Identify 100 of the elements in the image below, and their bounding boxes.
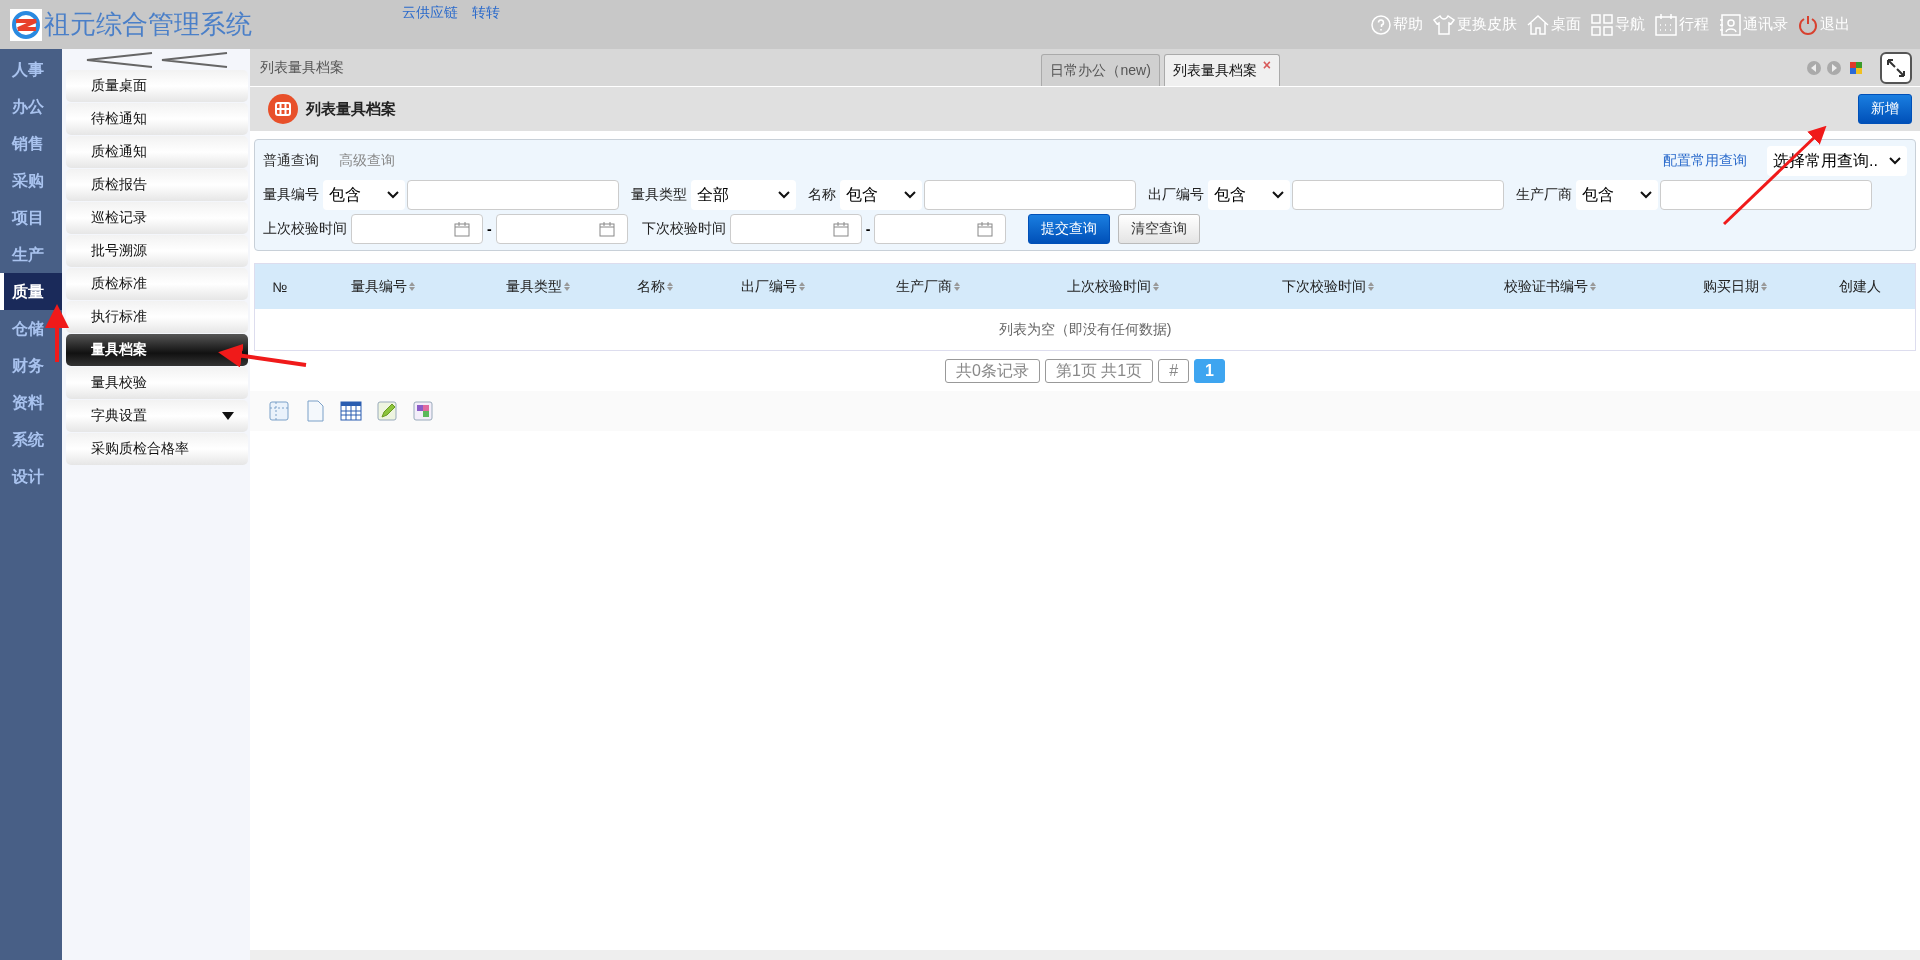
submit-button[interactable]: 提交查询 xyxy=(1028,214,1111,244)
sort-icon xyxy=(1590,282,1596,291)
submenu-item[interactable]: 质量桌面 xyxy=(66,70,248,102)
column-header[interactable]: 创建人 xyxy=(1839,277,1881,296)
chevron-icon xyxy=(1272,191,1284,199)
sort-icon xyxy=(1761,282,1767,291)
field-label: 下次校验时间 xyxy=(641,220,726,238)
annotation-arrow xyxy=(45,304,69,362)
date-field[interactable] xyxy=(729,214,862,244)
calendar-icon xyxy=(454,221,470,237)
date-field[interactable] xyxy=(351,214,483,244)
submenu-item[interactable]: 批号溯源 xyxy=(66,235,248,267)
pager-item[interactable]: # xyxy=(1158,359,1190,383)
query-mode-tab[interactable]: 普通查询 xyxy=(263,152,319,170)
app-title: 祖元综合管理系统 xyxy=(44,8,252,41)
page-tab[interactable]: 日常办公（new) xyxy=(1041,54,1160,86)
column-header[interactable]: № xyxy=(272,278,288,295)
module-tab[interactable]: 人事 xyxy=(0,51,62,88)
logo-icon xyxy=(10,8,42,41)
input-field[interactable] xyxy=(1660,180,1872,210)
calendar-icon xyxy=(977,221,994,237)
config-link[interactable]: 配置常用查询 xyxy=(1663,152,1747,170)
pager-item[interactable]: 第1页 共1页 xyxy=(1044,359,1154,383)
sort-icon xyxy=(563,282,570,291)
clear-button[interactable]: 清空查询 xyxy=(1118,214,1201,244)
module-tab[interactable]: 生产 xyxy=(0,236,62,273)
column-header[interactable]: 名称 xyxy=(637,277,673,296)
operator-select[interactable]: 包含 xyxy=(323,180,405,210)
input-field[interactable] xyxy=(924,180,1136,210)
column-header[interactable]: 生产厂商 xyxy=(895,277,960,296)
operator-select[interactable]: 包含 xyxy=(840,180,922,210)
submenu-item[interactable]: 质检报告 xyxy=(66,169,248,201)
breadcrumb: 列表量具档案 xyxy=(260,58,344,77)
fullscreen-icon[interactable] xyxy=(1880,51,1912,84)
operator-select[interactable]: 包含 xyxy=(1208,180,1290,210)
type-select[interactable]: 全部 xyxy=(691,180,796,210)
operator-select[interactable]: 包含 xyxy=(1576,180,1658,210)
field-label: 生产厂商 xyxy=(1516,186,1572,204)
puzzle-icon[interactable] xyxy=(412,400,434,422)
help-icon xyxy=(1371,14,1391,35)
module-tab[interactable]: 资料 xyxy=(0,384,62,421)
submenu-item[interactable]: 字典设置 xyxy=(66,400,248,432)
edit-icon[interactable] xyxy=(376,400,398,422)
module-tab[interactable]: 质量 xyxy=(0,273,62,310)
calendar-icon xyxy=(598,221,615,237)
column-header[interactable]: 购买日期 xyxy=(1703,277,1767,296)
range-dash: - xyxy=(865,221,871,237)
power-icon xyxy=(1798,14,1818,35)
sort-icon xyxy=(1367,282,1374,291)
calendar-icon xyxy=(1655,13,1677,36)
column-header[interactable]: 下次校验时间 xyxy=(1281,277,1374,296)
pager-item[interactable]: 共0条记录 xyxy=(945,359,1040,383)
submenu-item[interactable]: 量具档案 xyxy=(66,334,248,366)
module-tab[interactable]: 销售 xyxy=(0,125,62,162)
field-label: 上次校验时间 xyxy=(263,220,347,238)
submenu-item[interactable]: 质检通知 xyxy=(66,136,248,168)
input-field[interactable] xyxy=(1292,180,1504,210)
page-tab[interactable]: 列表量具档案 × xyxy=(1163,54,1280,86)
module-tab[interactable]: 财务 xyxy=(0,347,62,384)
module-tab[interactable]: 项目 xyxy=(0,199,62,236)
add-button[interactable]: 新增 xyxy=(1858,94,1912,124)
sort-icon xyxy=(798,282,805,291)
column-header[interactable]: 量具编号 xyxy=(350,277,415,296)
submenu-item[interactable]: 采购质检合格率 xyxy=(66,433,248,465)
field-label: 量具编号 xyxy=(263,186,319,204)
calendar-icon xyxy=(832,221,849,237)
submenu-item[interactable]: 巡检记录 xyxy=(66,202,248,234)
page-title: 列表量具档案 xyxy=(306,99,396,119)
module-tab[interactable]: 设计 xyxy=(0,458,62,495)
date-field[interactable] xyxy=(874,214,1007,244)
empty-message: 列表为空（即没有任何数据) xyxy=(998,320,1172,339)
module-tab[interactable]: 系统 xyxy=(0,421,62,458)
date-field[interactable] xyxy=(495,214,628,244)
input-field[interactable] xyxy=(407,180,619,210)
dotted-table-icon[interactable] xyxy=(268,400,290,422)
chevron-icon xyxy=(778,191,790,199)
column-header[interactable]: 量具类型 xyxy=(505,277,570,296)
sort-icon xyxy=(667,282,673,291)
submenu-item[interactable]: 量具校验 xyxy=(66,367,248,399)
dropdown-triangle-icon xyxy=(222,412,234,420)
page-icon[interactable] xyxy=(304,400,326,422)
chevron-icon xyxy=(1640,191,1652,199)
grid-icon xyxy=(1591,13,1613,36)
table-icon[interactable] xyxy=(340,400,362,422)
field-label: 名称 xyxy=(808,186,836,204)
column-header[interactable]: 上次校验时间 xyxy=(1066,277,1159,296)
shirt-icon xyxy=(1433,14,1455,35)
chevron-icon xyxy=(1889,157,1901,165)
submenu-item[interactable]: 待检通知 xyxy=(66,103,248,135)
module-tab[interactable]: 办公 xyxy=(0,88,62,125)
field-label: 量具类型 xyxy=(631,186,687,204)
range-dash: - xyxy=(487,221,492,237)
column-header[interactable]: 出厂编号 xyxy=(740,277,805,296)
chevron-icon xyxy=(904,191,916,199)
column-header[interactable]: 校验证书编号 xyxy=(1504,277,1596,296)
submenu-item[interactable]: 执行标准 xyxy=(66,301,248,333)
submenu-item[interactable]: 质检标准 xyxy=(66,268,248,300)
module-tab[interactable]: 采购 xyxy=(0,162,62,199)
contact-card-icon xyxy=(1719,13,1741,36)
module-tab[interactable]: 仓储 xyxy=(0,310,62,347)
